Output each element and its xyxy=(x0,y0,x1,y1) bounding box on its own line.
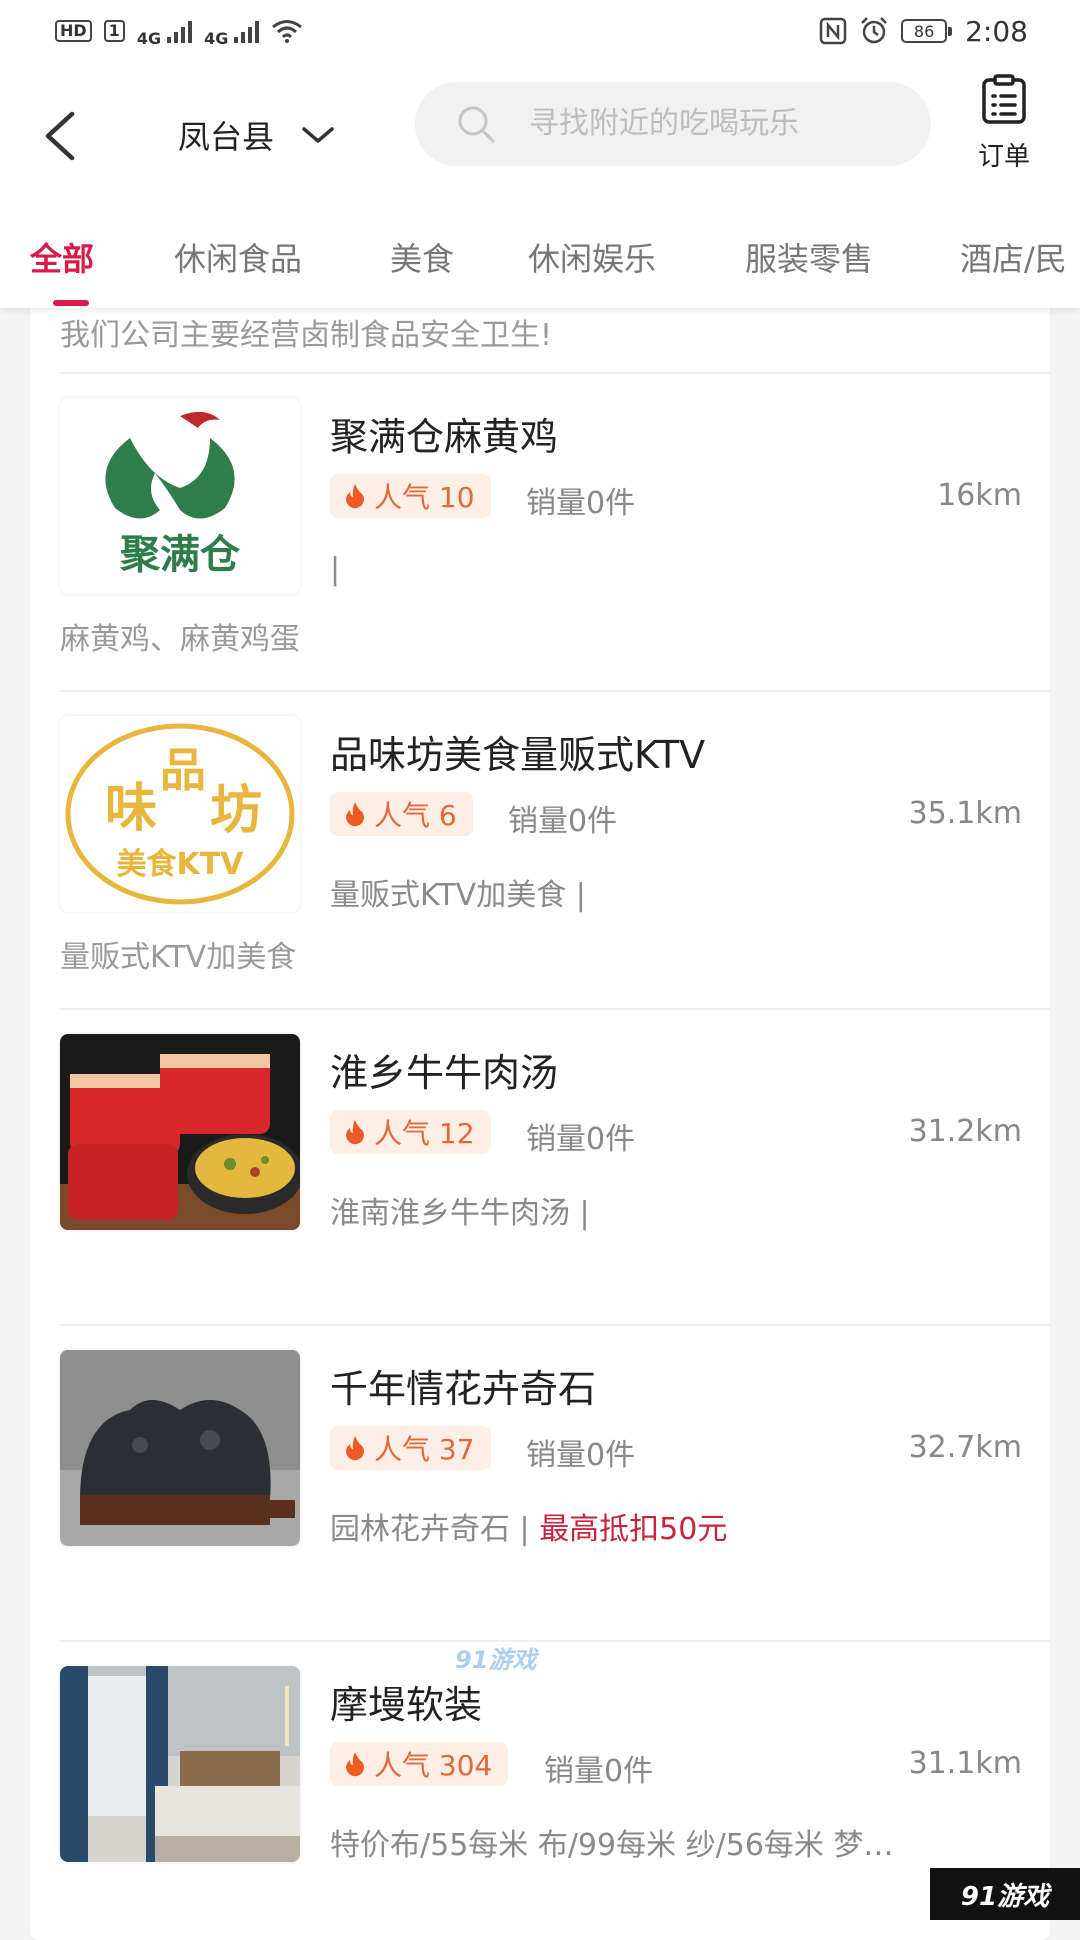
sales-count: 销量0件 xyxy=(508,804,618,839)
merchant-tags: 量贩式KTV加美食 | xyxy=(330,870,586,914)
merchant-desc: 量贩式KTV加美食 xyxy=(60,940,297,975)
popularity-value: 人气 12 xyxy=(374,1117,475,1150)
merchant-name: 品味坊美食量贩式KTV xyxy=(330,733,706,777)
tab-snacks[interactable]: 休闲食品 xyxy=(174,234,302,280)
distance: 31.1km xyxy=(908,1746,1022,1781)
back-button[interactable] xyxy=(38,100,82,170)
network-type-1: 4G xyxy=(136,28,162,48)
watermark-logo: 91游戏 xyxy=(930,1868,1080,1920)
flame-icon xyxy=(346,1120,364,1145)
tab-hotel[interactable]: 酒店/民 xyxy=(960,234,1067,280)
network-type-2: 4G xyxy=(204,28,229,48)
logo-text: 美食KTV xyxy=(117,847,245,882)
previous-item-desc: 我们公司主要经营卤制食品安全卫生! xyxy=(60,318,553,353)
signal-icon xyxy=(234,19,260,43)
tags-text: 园林花卉奇石 | xyxy=(330,1512,540,1547)
sales-count: 销量0件 xyxy=(544,1754,654,1789)
logo-text: 坊 xyxy=(210,781,262,841)
logo-text: 聚满仓 xyxy=(119,532,241,578)
header: 凤台县 寻找附近的吃喝玩乐 订单 xyxy=(0,62,1080,210)
merchant-item[interactable]: 摩墁软装 人气 304 销量0件 31.1km 特价布/55每米 布/99每米 … xyxy=(30,1642,1050,1940)
merchant-item[interactable]: 淮乡牛牛肉汤 人气 12 销量0件 31.2km 淮南淮乡牛牛肉汤 | xyxy=(30,1010,1050,1326)
clock: 2:08 xyxy=(965,14,1028,48)
tab-all[interactable]: 全部 xyxy=(30,234,94,280)
back-arrow-icon xyxy=(45,111,75,161)
distance: 16km xyxy=(937,478,1022,513)
merchant-tags: 淮南淮乡牛牛肉汤 | xyxy=(330,1188,590,1232)
tab-food[interactable]: 美食 xyxy=(390,234,454,280)
search-icon xyxy=(458,106,495,143)
merchant-list: 我们公司主要经营卤制食品安全卫生! 聚满仓 聚满仓麻黄鸡 人气 10 销量0件 … xyxy=(30,300,1050,1940)
flame-icon xyxy=(346,1752,364,1777)
flame-icon xyxy=(346,484,364,509)
merchant-name: 摩墁软装 xyxy=(330,1683,483,1727)
tags-text: | xyxy=(330,552,341,587)
city-selector[interactable]: 凤台县 xyxy=(178,104,336,166)
orders-button[interactable]: 订单 xyxy=(964,74,1044,173)
logo-text: 品 xyxy=(160,743,206,797)
clipboard-icon xyxy=(982,74,1026,124)
sales-count: 销量0件 xyxy=(526,486,636,521)
popularity-badge: 人气 304 xyxy=(330,1742,509,1786)
popularity-badge: 人气 37 xyxy=(330,1426,491,1470)
status-left: HD 1 4G 4G xyxy=(55,15,303,48)
popularity-badge: 人气 10 xyxy=(330,474,491,518)
merchant-photo xyxy=(60,1034,300,1230)
active-tab-indicator xyxy=(53,300,89,306)
wifi-icon xyxy=(272,20,303,43)
popularity-value: 人气 10 xyxy=(374,481,475,514)
merchant-name: 淮乡牛牛肉汤 xyxy=(330,1051,559,1095)
merchant-item[interactable]: 千年情花卉奇石 人气 37 销量0件 32.7km 园林花卉奇石 | 最高抵扣5… xyxy=(30,1326,1050,1642)
sales-count: 销量0件 xyxy=(526,1122,636,1157)
distance: 32.7km xyxy=(908,1430,1022,1465)
flame-icon xyxy=(346,802,364,827)
nfc-icon xyxy=(819,17,847,45)
logo-text: 味 xyxy=(105,779,157,839)
category-tabs: 全部 休闲食品 美食 休闲娱乐 服装零售 酒店/民 xyxy=(0,210,1080,308)
battery-level: 86 xyxy=(913,21,935,41)
orders-label: 订单 xyxy=(977,142,1030,172)
battery-icon: 86 xyxy=(901,19,953,43)
status-bar: HD 1 4G 4G 86 2:08 xyxy=(0,0,1080,62)
status-right: 86 2:08 xyxy=(819,15,1028,48)
flame-icon xyxy=(346,1436,364,1461)
merchant-photo xyxy=(60,1666,300,1862)
merchant-tags: 园林花卉奇石 | 最高抵扣50元 xyxy=(330,1504,727,1548)
merchant-photo xyxy=(60,1350,300,1546)
merchant-logo: 聚满仓 xyxy=(60,398,300,594)
tab-clothing-retail[interactable]: 服装零售 xyxy=(745,234,873,280)
chevron-down-icon xyxy=(302,127,334,143)
signal-icon xyxy=(167,19,193,43)
merchant-name: 千年情花卉奇石 xyxy=(330,1367,597,1411)
sim-tag: 1 xyxy=(103,20,125,42)
popularity-value: 人气 37 xyxy=(374,1433,475,1466)
merchant-item[interactable]: 味 品 坊 美食KTV 品味坊美食量贩式KTV 人气 6 销量0件 35.1km… xyxy=(30,692,1050,1008)
tags-text: 特价布/55每米 布/99每米 纱/56每米 梦… xyxy=(330,1828,894,1863)
merchant-logo: 味 品 坊 美食KTV xyxy=(60,716,300,912)
hd-tag: HD xyxy=(55,20,92,42)
city-label: 凤台县 xyxy=(178,118,275,156)
discount-label: 最高抵扣50元 xyxy=(539,1512,728,1547)
merchant-item[interactable]: 聚满仓 聚满仓麻黄鸡 人气 10 销量0件 16km | 麻黄鸡、麻黄鸡蛋 xyxy=(30,374,1050,690)
tab-entertainment[interactable]: 休闲娱乐 xyxy=(528,234,656,280)
merchant-tags: | xyxy=(330,552,340,587)
search-input[interactable]: 寻找附近的吃喝玩乐 xyxy=(415,82,931,166)
tags-text: 量贩式KTV加美食 | xyxy=(330,878,586,913)
distance: 35.1km xyxy=(908,796,1022,831)
search-placeholder: 寻找附近的吃喝玩乐 xyxy=(529,106,799,141)
merchant-name: 聚满仓麻黄鸡 xyxy=(330,415,559,459)
popularity-badge: 人气 12 xyxy=(330,1110,491,1154)
distance: 31.2km xyxy=(908,1114,1022,1149)
tags-text: 淮南淮乡牛牛肉汤 | xyxy=(330,1196,590,1231)
popularity-badge: 人气 6 xyxy=(330,792,473,836)
popularity-value: 人气 304 xyxy=(374,1749,493,1782)
merchant-desc: 麻黄鸡、麻黄鸡蛋 xyxy=(60,622,300,657)
popularity-value: 人气 6 xyxy=(374,799,457,832)
merchant-tags: 特价布/55每米 布/99每米 纱/56每米 梦… xyxy=(330,1820,893,1864)
sales-count: 销量0件 xyxy=(526,1438,636,1473)
watermark-logo: 91游戏 xyxy=(455,1646,537,1674)
alarm-icon xyxy=(861,17,887,44)
